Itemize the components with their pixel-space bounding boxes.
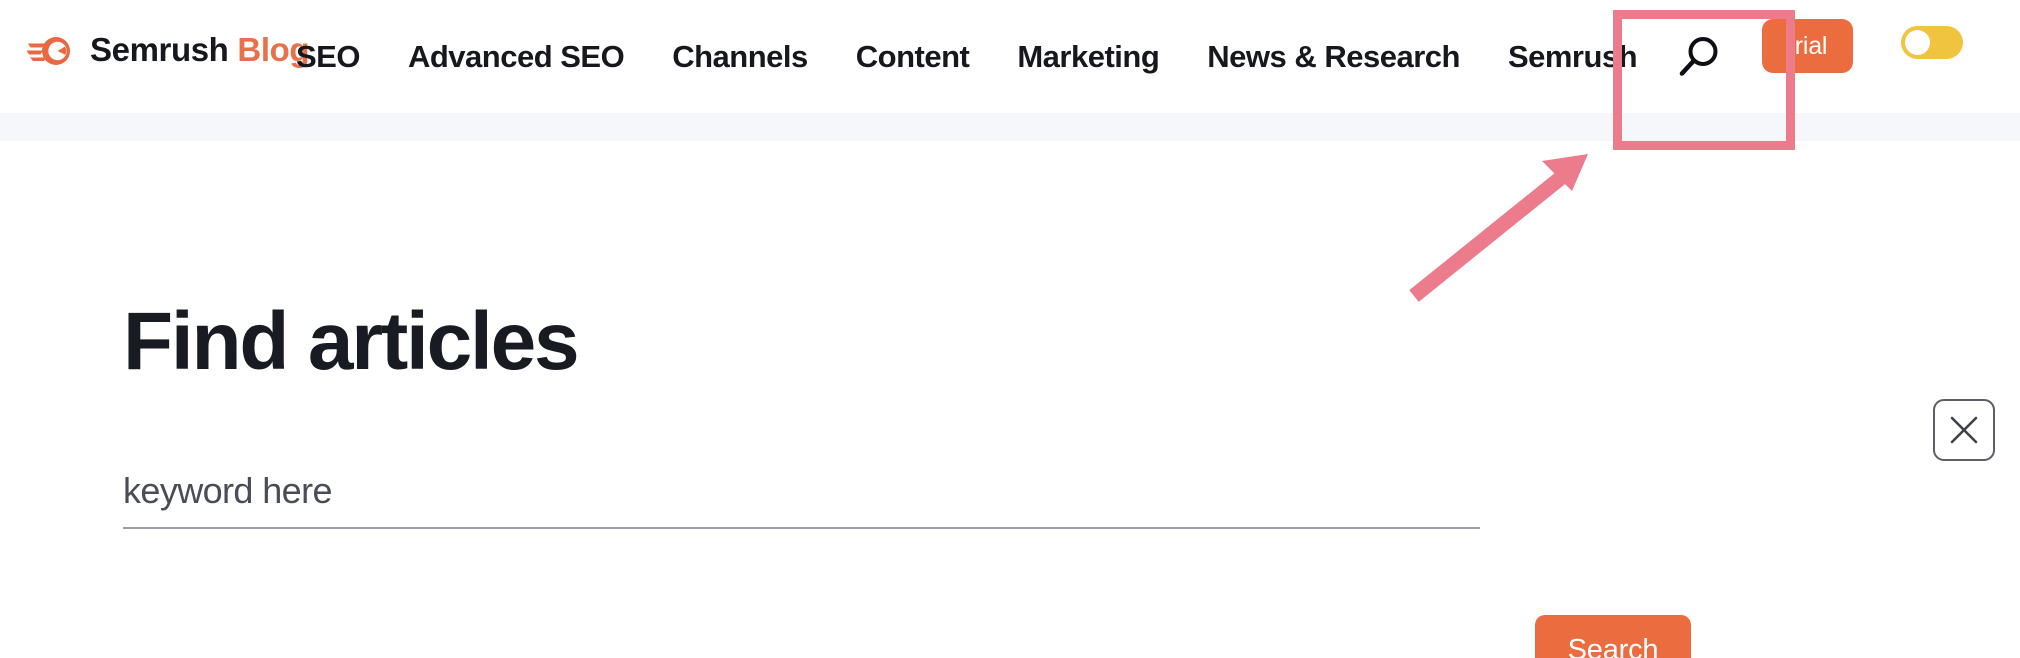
page-title: Find articles: [123, 296, 580, 387]
close-search-button[interactable]: [1933, 399, 1995, 461]
search-button[interactable]: Search: [1535, 615, 1691, 658]
brand-wordmark: Semrush Blog: [90, 31, 310, 69]
brand-logo[interactable]: Semrush Blog: [26, 22, 310, 78]
nav-item-advanced-seo[interactable]: Advanced SEO: [384, 0, 648, 113]
page-root: Semrush Blog SEO Advanced SEO Channels Co…: [0, 0, 2020, 658]
toggle-knob: [1905, 30, 1930, 55]
primary-nav: SEO Advanced SEO Channels Content Market…: [296, 0, 1661, 113]
nav-item-content[interactable]: Content: [832, 0, 994, 113]
nav-item-news-research[interactable]: News & Research: [1183, 0, 1484, 113]
brand-name-text: Semrush: [90, 31, 229, 68]
close-icon: [1947, 413, 1981, 447]
semrush-comet-logo-icon: [26, 30, 76, 70]
nav-item-channels[interactable]: Channels: [648, 0, 832, 113]
language-toggle-switch[interactable]: [1901, 26, 1963, 59]
nav-item-seo[interactable]: SEO: [296, 0, 384, 113]
search-input[interactable]: [123, 465, 1480, 529]
annotation-highlight-box: [1613, 10, 1795, 150]
nav-item-marketing[interactable]: Marketing: [993, 0, 1183, 113]
search-overlay-panel: Find articles Search: [0, 141, 2020, 658]
